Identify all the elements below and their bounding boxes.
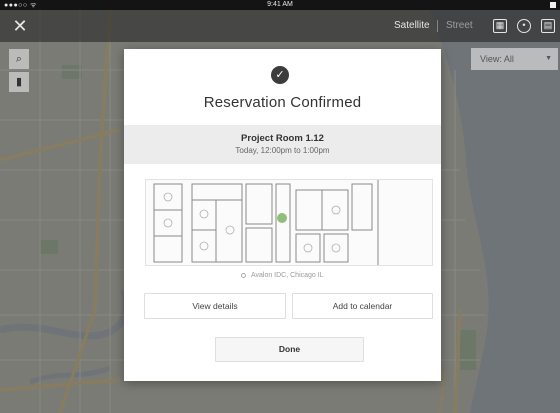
add-to-calendar-button[interactable]: Add to calendar [292, 293, 433, 319]
chevron-down-icon: ▼ [545, 55, 552, 62]
status-bar: ●●●○○ ᯤ 9:41 AM [0, 0, 560, 10]
view-details-button[interactable]: View details [144, 293, 286, 319]
modal-title: Reservation Confirmed [203, 94, 362, 111]
booking-summary: Project Room 1.12 Today, 12:00pm to 1:00… [124, 125, 441, 164]
selected-room-marker [277, 213, 287, 223]
status-time: 9:41 AM [267, 1, 293, 8]
room-time: Today, 12:00pm to 1:00pm [235, 146, 330, 155]
top-toolbar: ✕ Satellite Street ▦ • ▤ [0, 10, 560, 42]
battery-icon [550, 2, 556, 8]
satellite-toggle[interactable]: Satellite [394, 20, 430, 31]
toggle-divider [437, 20, 438, 32]
location-icon[interactable]: • [517, 19, 531, 33]
close-button[interactable]: ✕ [11, 17, 29, 35]
bookmark-icon: ▮ [15, 76, 23, 88]
view-filter-dropdown[interactable]: View: All ▼ [471, 48, 558, 70]
floor-plan-drawing [153, 180, 379, 265]
view-filter-label: View: All [480, 54, 514, 64]
location-text: Avalon IDC, Chicago IL [250, 272, 324, 279]
reservation-confirmed-modal: ✓ Reservation Confirmed Project Room 1.1… [124, 49, 441, 381]
street-toggle[interactable]: Street [446, 20, 473, 31]
done-button[interactable]: Done [215, 337, 364, 362]
location-line: Avalon IDC, Chicago IL [124, 272, 441, 279]
calendar-icon[interactable]: ▦ [493, 19, 507, 33]
map-bookmark-button[interactable]: ▮ [9, 72, 29, 92]
room-name: Project Room 1.12 [241, 133, 324, 144]
map-search-button[interactable]: ⌕ [9, 49, 29, 69]
location-pin-icon [241, 272, 247, 278]
floor-plan[interactable] [145, 179, 433, 266]
checkmark-icon: ✓ [271, 66, 289, 84]
search-icon: ⌕ [15, 53, 23, 65]
layers-icon[interactable]: ▤ [541, 19, 555, 33]
